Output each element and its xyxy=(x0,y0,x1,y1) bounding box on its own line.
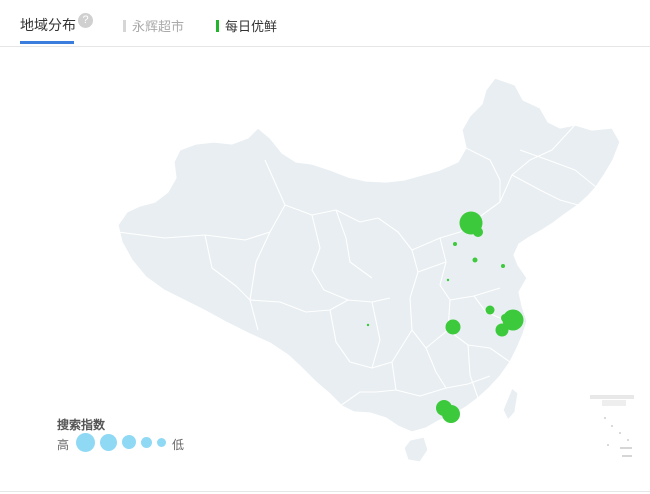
series-color-marker xyxy=(216,19,219,32)
legend-dot-level-5 xyxy=(76,433,95,452)
legend-dot-level-4 xyxy=(100,434,117,451)
series-toggle-yonghui[interactable]: 永辉超市 xyxy=(123,16,184,35)
legend-dot-level-1 xyxy=(157,438,166,447)
bubble-tianjin[interactable] xyxy=(473,227,483,237)
series-color-marker xyxy=(123,19,126,32)
legend-low-label: 低 xyxy=(172,438,185,452)
series-label: 每日优鲜 xyxy=(225,19,278,34)
bubble-qingdao[interactable] xyxy=(501,264,505,268)
series-label: 永辉超市 xyxy=(132,19,185,34)
series-toggle-missfresh[interactable]: 每日优鲜 xyxy=(216,16,277,35)
bottom-divider xyxy=(0,491,650,492)
bubble-jinan[interactable] xyxy=(472,257,478,263)
bubble-chengdu[interactable] xyxy=(366,323,370,327)
tab-region-distribution[interactable]: 地域分布 xyxy=(20,15,76,35)
hainan-island xyxy=(403,436,429,463)
legend-dot-level-3 xyxy=(122,435,136,449)
help-icon[interactable]: ? xyxy=(78,13,93,28)
bubble-hangzhou[interactable] xyxy=(495,323,509,337)
legend-high-label: 高 xyxy=(57,438,70,452)
legend-dot-level-2 xyxy=(141,437,152,448)
active-tab-indicator xyxy=(20,41,74,44)
bubble-zhengzhou[interactable] xyxy=(446,278,450,282)
bubble-wuhan[interactable] xyxy=(445,319,461,335)
bubble-suzhou[interactable] xyxy=(501,314,509,322)
bubble-nanjing[interactable] xyxy=(485,305,495,315)
legend-title: 搜索指数 xyxy=(57,418,106,432)
south-china-sea-inset xyxy=(590,395,634,457)
taiwan-island xyxy=(502,387,519,421)
bubble-shijiazhuang[interactable] xyxy=(453,242,457,246)
tab-bar: 地域分布 ? 永辉超市 每日优鲜 xyxy=(0,0,650,47)
mainland-region xyxy=(117,77,621,433)
bubble-shenzhen[interactable] xyxy=(442,405,460,423)
